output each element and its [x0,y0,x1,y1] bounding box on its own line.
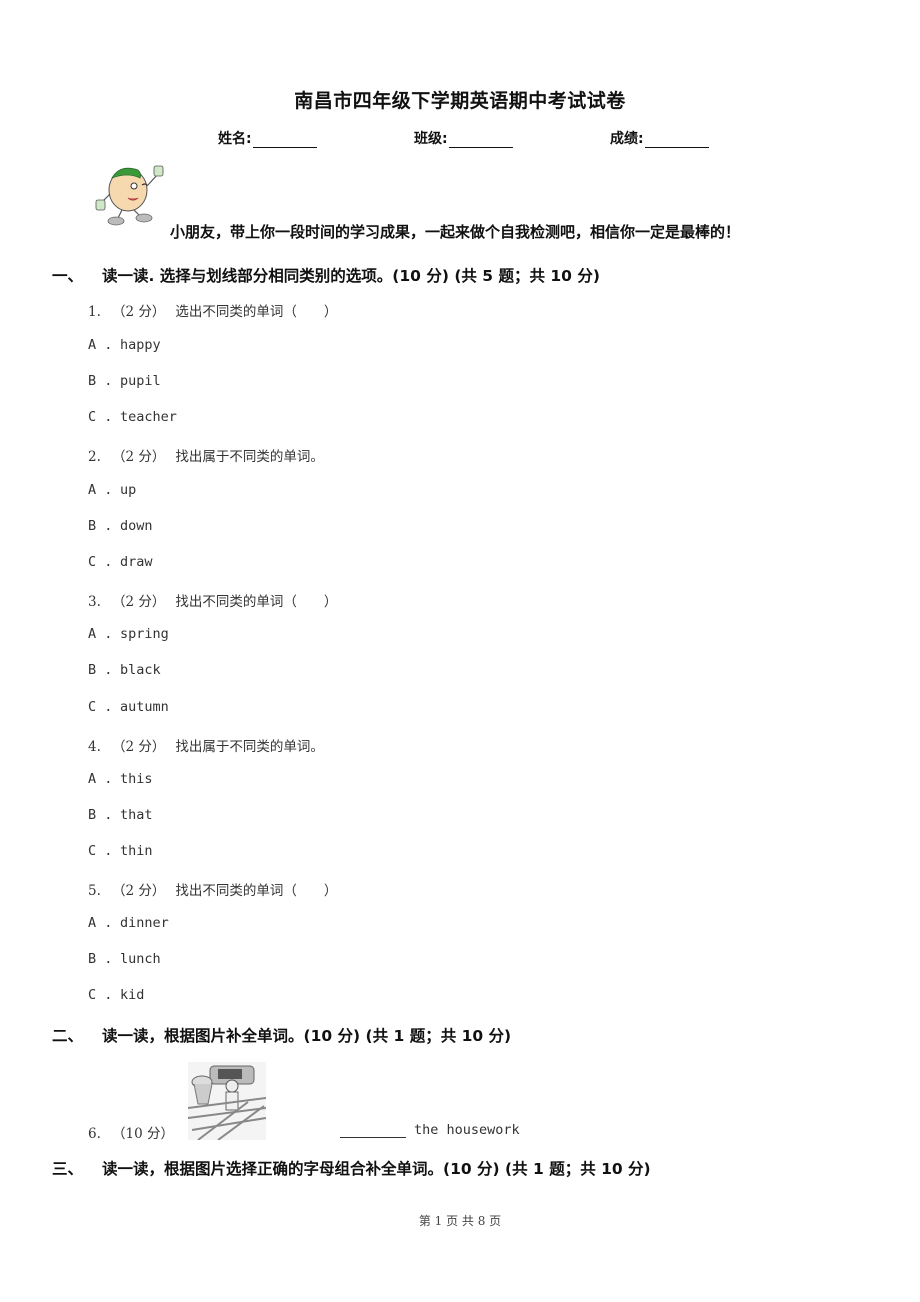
section-3-heading: 三、 读一读，根据图片选择正确的字母组合补全单词。(10 分) (共 1 题；共 … [52,1157,651,1179]
option-letter: B . [88,951,113,967]
question-2: 2. （2 分） 找出属于不同类的单词。 [88,445,324,465]
question-points: （2 分） [112,304,166,320]
option-text: pupil [120,373,161,389]
option-3b[interactable]: B . black [88,662,161,678]
cartoon-mascot-icon [90,158,170,228]
option-1c[interactable]: C . teacher [88,409,177,425]
document-title: 南昌市四年级下学期英语期中考试试卷 [294,90,626,112]
option-text: lunch [120,951,161,967]
section-1-number: 一、 [52,267,84,285]
option-letter: B . [88,662,113,678]
question-6: 6. （10 分） [88,1122,184,1142]
question-6-answer-line: the housework [340,1122,520,1138]
question-prompt: 找出属于不同类的单词。 [175,739,324,755]
option-2c[interactable]: C . draw [88,554,153,570]
option-text: kid [120,987,145,1003]
option-letter: A . [88,915,113,931]
section-1-title: 读一读. 选择与划线部分相同类别的选项。(10 分) (共 5 题；共 10 分… [102,267,600,285]
name-blank[interactable] [252,133,317,148]
option-text: black [120,662,161,678]
option-text: thin [120,843,153,859]
class-label: 班级: [414,131,448,147]
option-2a[interactable]: A . up [88,482,136,498]
section-3-title: 读一读，根据图片选择正确的字母组合补全单词。(10 分) (共 1 题；共 10… [102,1160,651,1178]
page-footer: 第 1 页 共 8 页 [418,1214,502,1228]
question-3: 3. （2 分） 找出不同类的单词（ ） [88,590,337,610]
option-letter: A . [88,771,113,787]
option-2b[interactable]: B . down [88,518,153,534]
option-letter: A . [88,626,113,642]
question-points: （2 分） [112,739,166,755]
question-prompt: 找出不同类的单词（ ） [175,594,338,610]
score-blank[interactable] [644,133,709,148]
option-5c[interactable]: C . kid [88,987,144,1003]
class-blank[interactable] [448,133,513,148]
score-field: 成绩: [610,128,709,148]
score-label: 成绩: [610,131,644,147]
question-number: 6. [88,1126,101,1142]
option-4b[interactable]: B . that [88,807,153,823]
option-4c[interactable]: C . thin [88,843,153,859]
option-text: autumn [120,699,169,715]
encouragement-text: 小朋友，带上你一段时间的学习成果，一起来做个自我检测吧，相信你一定是最棒的！ [170,223,741,241]
option-text: draw [120,554,153,570]
option-text: teacher [120,409,177,425]
question-1: 1. （2 分） 选出不同类的单词（ ） [88,300,337,320]
option-1a[interactable]: A . happy [88,337,161,353]
section-2-number: 二、 [52,1027,84,1045]
name-field: 姓名: [218,128,317,148]
option-text: that [120,807,153,823]
option-text: down [120,518,153,534]
option-5b[interactable]: B . lunch [88,951,161,967]
section-1-heading: 一、 读一读. 选择与划线部分相同类别的选项。(10 分) (共 5 题；共 10… [52,264,600,286]
option-letter: C . [88,699,113,715]
option-letter: B . [88,373,113,389]
option-text: dinner [120,915,169,931]
answer-suffix: the housework [414,1122,520,1138]
question-5: 5. （2 分） 找出不同类的单词（ ） [88,879,337,899]
option-text: up [120,482,137,498]
question-points: （2 分） [112,883,166,899]
option-3c[interactable]: C . autumn [88,699,169,715]
question-prompt: 找出不同类的单词（ ） [175,883,338,899]
option-letter: B . [88,807,113,823]
option-5a[interactable]: A . dinner [88,915,169,931]
option-letter: C . [88,554,113,570]
question-prompt: 找出属于不同类的单词。 [175,449,324,465]
section-3-number: 三、 [52,1160,84,1178]
answer-blank[interactable] [340,1124,406,1138]
option-letter: B . [88,518,113,534]
option-letter: A . [88,337,113,353]
question-points: （10 分） [112,1126,174,1142]
option-letter: A . [88,482,113,498]
housework-picture-icon [187,1062,267,1141]
option-letter: C . [88,987,113,1003]
class-field: 班级: [414,128,513,148]
option-letter: C . [88,409,113,425]
section-2-title: 读一读，根据图片补全单词。(10 分) (共 1 题；共 10 分) [102,1027,512,1045]
question-points: （2 分） [112,449,166,465]
question-number: 1. [88,304,101,320]
question-number: 2. [88,449,101,465]
question-number: 3. [88,594,101,610]
section-2-heading: 二、 读一读，根据图片补全单词。(10 分) (共 1 题；共 10 分) [52,1024,511,1046]
question-prompt: 选出不同类的单词（ ） [175,304,338,320]
name-label: 姓名: [218,131,252,147]
option-text: this [120,771,153,787]
option-text: spring [120,626,169,642]
option-text: happy [120,337,161,353]
question-points: （2 分） [112,594,166,610]
option-letter: C . [88,843,113,859]
question-number: 4. [88,739,101,755]
option-4a[interactable]: A . this [88,771,153,787]
question-number: 5. [88,883,101,899]
option-1b[interactable]: B . pupil [88,373,161,389]
question-4: 4. （2 分） 找出属于不同类的单词。 [88,735,324,755]
option-3a[interactable]: A . spring [88,626,169,642]
